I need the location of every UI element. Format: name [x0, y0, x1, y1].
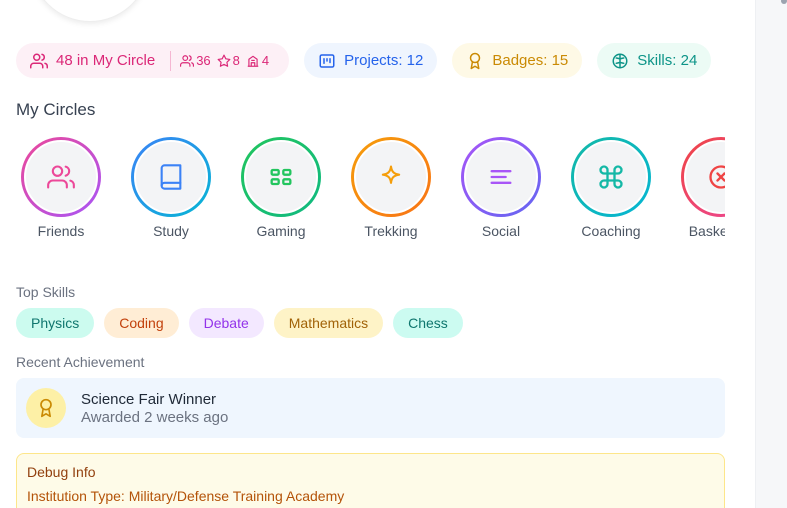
divider: [170, 50, 172, 71]
achievement-text: Science Fair Winner Awarded 2 weeks ago: [81, 391, 228, 426]
side-panel: [755, 0, 787, 508]
circle-item-basketball[interactable]: Basketball: [676, 137, 725, 239]
debug-title: Debug Info: [27, 464, 96, 480]
mini-stat-value: 36: [196, 53, 211, 68]
circle-item-social[interactable]: Social: [456, 137, 546, 239]
building-icon: [247, 55, 259, 67]
mini-stat-value: 4: [261, 53, 270, 68]
top-skills-title: Top Skills: [16, 284, 76, 300]
achievement-card[interactable]: Science Fair Winner Awarded 2 weeks ago: [16, 378, 725, 438]
brain-icon: [612, 53, 628, 68]
award-icon: [26, 388, 66, 428]
circle-label: Friends: [37, 223, 85, 239]
circle-ring: [681, 137, 725, 217]
recent-achievement-title: Recent Achievement: [16, 354, 145, 370]
circle-ring: [241, 137, 321, 217]
circle-item-gaming[interactable]: Gaming: [236, 137, 326, 239]
circle-label: Basketball: [688, 223, 725, 239]
skills-label: Skills: 24: [637, 52, 698, 69]
avatar[interactable]: [30, 0, 150, 22]
debug-institution: Institution Type: Military/Defense Train…: [27, 488, 345, 504]
kanban-icon: [319, 53, 335, 68]
circle-item-study[interactable]: Study: [126, 137, 216, 239]
debug-panel: Debug Info Institution Type: Military/De…: [16, 453, 725, 508]
skills-row: Physics Coding Debate Mathematics Chess: [16, 308, 463, 338]
users-icon: [180, 54, 195, 67]
my-circles-title: My Circles: [16, 100, 96, 119]
skill-tag[interactable]: Physics: [16, 308, 95, 338]
skill-tag[interactable]: Mathematics: [273, 308, 384, 338]
circle-label: Coaching: [581, 223, 641, 239]
badges-label: Badges: 15: [492, 52, 569, 69]
circle-label: Study: [153, 223, 189, 239]
profile-main: 48 in My Circle 36 8 4 Projects: 12 Badg…: [0, 0, 755, 508]
command-icon: [599, 165, 623, 189]
skill-tag[interactable]: Chess: [393, 308, 463, 338]
mini-stat-value: 8: [232, 53, 240, 68]
mini-stat-users: 36: [180, 53, 211, 68]
achievement-subtitle: Awarded 2 weeks ago: [81, 408, 229, 426]
mini-stat-buildings: 4: [246, 53, 269, 68]
stats-row: 48 in My Circle 36 8 4 Projects: 12 Badg…: [16, 43, 712, 78]
x-circle-icon: [709, 165, 725, 189]
users-icon: [30, 53, 48, 68]
circle-ring: [21, 137, 101, 217]
circles-strip[interactable]: Friends Study Gaming Trekking Social Coa…: [16, 137, 725, 247]
circle-count-chip[interactable]: 48 in My Circle 36 8 4: [16, 43, 290, 78]
scroll-indicator[interactable]: [781, 0, 787, 4]
circle-ring: [131, 137, 211, 217]
circle-item-coaching[interactable]: Coaching: [566, 137, 656, 239]
grid-icon: [270, 168, 292, 186]
circle-item-trekking[interactable]: Trekking: [346, 137, 436, 239]
circle-label: Gaming: [256, 223, 306, 239]
lines-icon: [490, 170, 512, 184]
projects-label: Projects: 12: [344, 52, 424, 69]
star-icon: [217, 54, 231, 67]
book-icon: [160, 164, 182, 190]
projects-chip[interactable]: Projects: 12: [304, 43, 438, 78]
skill-tag[interactable]: Coding: [104, 308, 179, 338]
circle-ring: [571, 137, 651, 217]
circle-ring: [461, 137, 541, 217]
award-icon: [470, 52, 481, 69]
circle-label: Social: [481, 223, 521, 239]
circle-label: Trekking: [364, 223, 418, 239]
circle-item-friends[interactable]: Friends: [16, 137, 106, 239]
users-icon: [47, 165, 75, 189]
badges-chip[interactable]: Badges: 15: [452, 43, 583, 78]
skills-chip[interactable]: Skills: 24: [597, 43, 712, 78]
achievement-name: Science Fair Winner: [81, 390, 217, 408]
sparkle-icon: [381, 165, 401, 184]
skill-tag[interactable]: Debate: [188, 308, 264, 338]
mini-stat-stars: 8: [217, 53, 240, 68]
circle-count-label: 48 in My Circle: [56, 52, 156, 69]
circle-ring: [351, 137, 431, 217]
